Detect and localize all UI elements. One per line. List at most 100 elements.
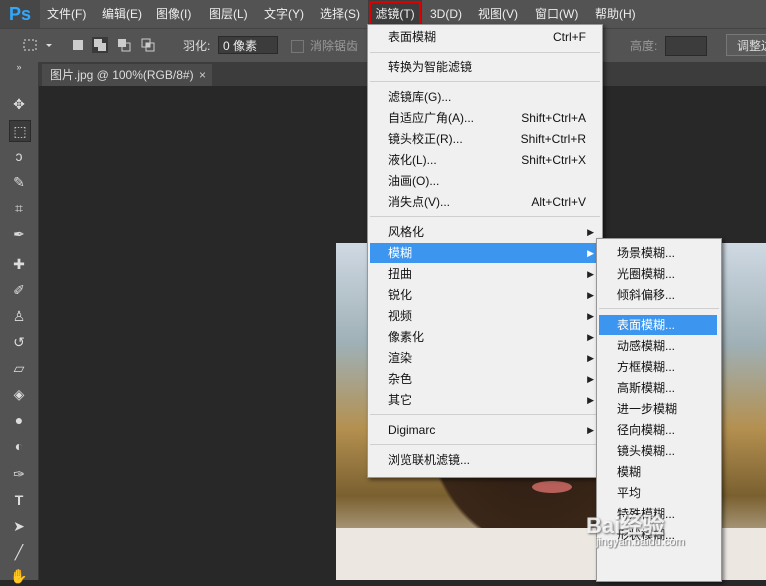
menu-item-label: 锐化 xyxy=(388,288,413,302)
menu-item-last-filter[interactable]: 表面模糊 Ctrl+F xyxy=(370,27,600,47)
menu-item-label: 浏览联机滤镜... xyxy=(388,453,471,467)
menu-item-vanishing-point[interactable]: 消失点(V)... Alt+Ctrl+V xyxy=(370,192,600,212)
submenu-item-surface-blur[interactable]: 表面模糊... xyxy=(599,315,717,335)
menu-item-shortcut: Alt+Ctrl+V xyxy=(531,195,586,209)
menu-separator xyxy=(370,52,600,53)
menu-item-label: 视频 xyxy=(388,309,413,323)
feather-label: 羽化: xyxy=(183,39,211,53)
menu-item-label: 表面模糊 xyxy=(388,30,437,44)
menu-item-noise[interactable]: 杂色 ▶ xyxy=(370,369,600,389)
stamp-tool-icon[interactable]: ♙ xyxy=(9,306,29,326)
height-input[interactable] xyxy=(665,36,707,56)
intersect-selection-icon[interactable] xyxy=(140,37,156,53)
eraser-tool-icon[interactable]: ▱ xyxy=(9,358,29,378)
submenu-item-average[interactable]: 平均 xyxy=(599,483,719,503)
quick-select-tool-icon[interactable]: ✎ xyxy=(9,172,29,192)
feather-input[interactable]: 0 像素 xyxy=(218,36,278,54)
submenu-item-motion-blur[interactable]: 动感模糊... xyxy=(599,336,719,356)
menu-item-lens-correction[interactable]: 镜头校正(R)... Shift+Ctrl+R xyxy=(370,129,600,149)
submenu-arrow-icon: ▶ xyxy=(587,425,594,435)
marquee-tool-icon[interactable]: ⬚ xyxy=(9,120,31,142)
menu-item-blur[interactable]: 模糊 ▶ xyxy=(370,243,600,263)
collapse-icon[interactable]: » xyxy=(9,62,29,72)
eyedropper-tool-icon[interactable]: ✒ xyxy=(9,224,29,244)
menu-item-adaptive-wide-angle[interactable]: 自适应广角(A)... Shift+Ctrl+A xyxy=(370,108,600,128)
submenu-arrow-icon: ▶ xyxy=(587,353,594,363)
menu-item-render[interactable]: 渲染 ▶ xyxy=(370,348,600,368)
submenu-item-blur-more[interactable]: 进一步模糊 xyxy=(599,399,719,419)
menu-item-distort[interactable]: 扭曲 ▶ xyxy=(370,264,600,284)
history-brush-tool-icon[interactable]: ↺ xyxy=(9,332,29,352)
menu-item-label: Digimarc xyxy=(388,423,436,437)
menu-item-video[interactable]: 视频 ▶ xyxy=(370,306,600,326)
menu-item-label: 扭曲 xyxy=(388,267,413,281)
dodge-tool-icon[interactable]: ◐ xyxy=(9,436,29,456)
menu-item-label: 风格化 xyxy=(388,225,425,239)
antialias-checkbox[interactable]: 消除锯齿 xyxy=(291,37,358,54)
add-selection-icon[interactable] xyxy=(92,37,108,53)
menu-item-browse-online-filters[interactable]: 浏览联机滤镜... xyxy=(370,450,600,470)
menu-edit[interactable]: 编辑(E) xyxy=(102,0,142,28)
crop-tool-icon[interactable]: ⌗ xyxy=(9,198,29,218)
menu-type[interactable]: 文字(Y) xyxy=(264,0,304,28)
menu-separator xyxy=(370,444,600,445)
close-icon[interactable]: × xyxy=(199,64,206,86)
type-tool-icon[interactable]: T xyxy=(9,490,29,510)
document-title: 图片.jpg @ 100%(RGB/8#) xyxy=(50,68,194,82)
menu-item-pixelate[interactable]: 像素化 ▶ xyxy=(370,327,600,347)
submenu-arrow-icon: ▶ xyxy=(587,395,594,405)
pen-tool-icon[interactable]: ✑ xyxy=(9,464,29,484)
new-selection-icon[interactable] xyxy=(70,37,86,53)
menu-item-stylize[interactable]: 风格化 ▶ xyxy=(370,222,600,242)
menu-item-label: 杂色 xyxy=(388,372,413,386)
photo-detail xyxy=(532,481,572,493)
menu-item-label: 油画(O)... xyxy=(388,174,440,188)
menu-item-other[interactable]: 其它 ▶ xyxy=(370,390,600,410)
menu-item-label: 模糊 xyxy=(388,246,413,260)
document-tab[interactable]: 图片.jpg @ 100%(RGB/8#) × xyxy=(42,64,212,86)
menu-item-sharpen[interactable]: 锐化 ▶ xyxy=(370,285,600,305)
menu-image[interactable]: 图像(I) xyxy=(156,0,191,28)
submenu-item-gaussian-blur[interactable]: 高斯模糊... xyxy=(599,378,719,398)
submenu-arrow-icon: ▶ xyxy=(587,290,594,300)
menu-item-liquify[interactable]: 液化(L)... Shift+Ctrl+X xyxy=(370,150,600,170)
submenu-item-iris-blur[interactable]: 光圈模糊... xyxy=(599,264,719,284)
submenu-arrow-icon: ▶ xyxy=(587,269,594,279)
submenu-arrow-icon: ▶ xyxy=(587,374,594,384)
menu-file[interactable]: 文件(F) xyxy=(47,0,86,28)
menu-item-label: 液化(L)... xyxy=(388,153,437,167)
blur-tool-icon[interactable]: ● xyxy=(9,410,29,430)
marquee-preset-icon[interactable] xyxy=(22,37,38,53)
submenu-item-lens-blur[interactable]: 镜头模糊... xyxy=(599,441,719,461)
menu-item-filter-gallery[interactable]: 滤镜库(G)... xyxy=(370,87,600,107)
paint-bucket-tool-icon[interactable]: ◈ xyxy=(9,384,29,404)
menu-separator xyxy=(599,308,719,309)
subtract-selection-icon[interactable] xyxy=(116,37,132,53)
submenu-item-field-blur[interactable]: 场景模糊... xyxy=(599,243,719,263)
refine-edge-button[interactable]: 调整边 xyxy=(726,34,766,56)
submenu-arrow-icon: ▶ xyxy=(587,311,594,321)
brush-tool-icon[interactable]: ✐ xyxy=(9,280,29,300)
menu-item-label: 渲染 xyxy=(388,351,413,365)
menu-separator xyxy=(370,81,600,82)
menu-item-oil-paint[interactable]: 油画(O)... xyxy=(370,171,600,191)
menu-item-digimarc[interactable]: Digimarc ▶ xyxy=(370,420,600,440)
menu-select[interactable]: 选择(S) xyxy=(320,0,360,28)
menu-item-label: 像素化 xyxy=(388,330,425,344)
chevron-down-icon[interactable] xyxy=(44,37,54,53)
tools-panel: » ✥ ⬚ ↄ ✎ ⌗ ✒ ✚ ✐ ♙ ↺ ▱ ◈ ● ◐ ✑ T ➤ ╱ ✋ xyxy=(0,62,39,584)
menu-layer[interactable]: 图层(L) xyxy=(209,0,248,28)
move-tool-icon[interactable]: ✥ xyxy=(9,94,29,114)
menu-separator xyxy=(370,216,600,217)
menu-item-label: 镜头校正(R)... xyxy=(388,132,463,146)
line-tool-icon[interactable]: ╱ xyxy=(9,542,29,562)
hand-tool-icon[interactable]: ✋ xyxy=(9,566,29,586)
submenu-item-tilt-shift[interactable]: 倾斜偏移... xyxy=(599,285,719,305)
healing-brush-tool-icon[interactable]: ✚ xyxy=(9,254,29,274)
submenu-item-radial-blur[interactable]: 径向模糊... xyxy=(599,420,719,440)
path-select-tool-icon[interactable]: ➤ xyxy=(9,516,29,536)
submenu-item-box-blur[interactable]: 方框模糊... xyxy=(599,357,719,377)
submenu-item-blur[interactable]: 模糊 xyxy=(599,462,719,482)
lasso-tool-icon[interactable]: ↄ xyxy=(9,146,29,166)
menu-item-convert-smart-filter[interactable]: 转换为智能滤镜 xyxy=(370,57,600,77)
